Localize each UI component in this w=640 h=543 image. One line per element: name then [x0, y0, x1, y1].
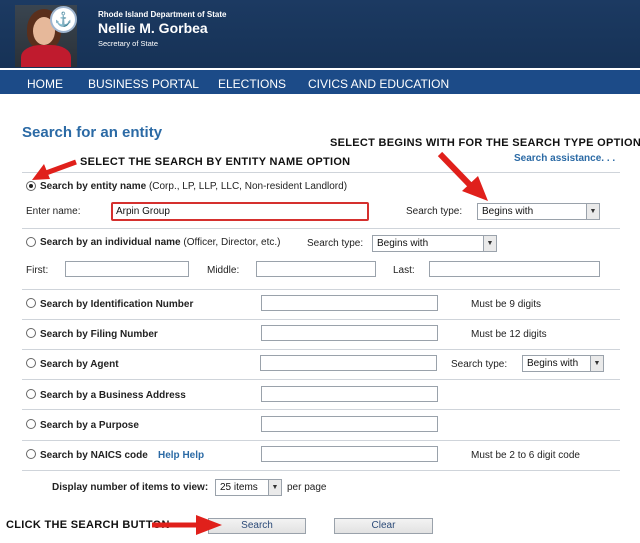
arrow-icon [437, 151, 488, 201]
arrow-icon [32, 159, 77, 180]
annotation-arrows [32, 151, 488, 535]
arrow-icon [152, 515, 222, 535]
